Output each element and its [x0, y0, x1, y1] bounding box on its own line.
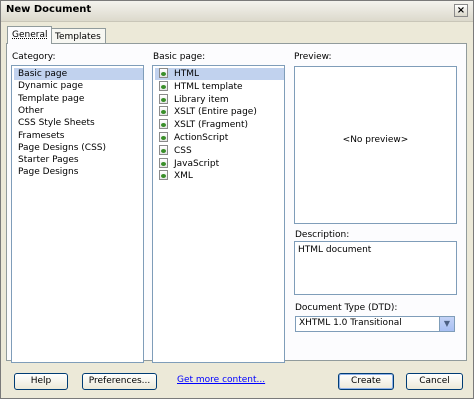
description-field: HTML document [294, 241, 457, 295]
page-type-label: Library item [174, 94, 229, 105]
document-icon [159, 80, 168, 91]
page-type-item[interactable]: XSLT (Fragment) [155, 119, 284, 131]
document-icon [159, 157, 168, 168]
page-type-item[interactable]: HTML template [155, 80, 284, 93]
tab-general[interactable]: General [7, 26, 53, 44]
description-label: Description: [295, 230, 350, 240]
page-type-item[interactable]: JavaScript [155, 157, 284, 170]
category-list[interactable]: Basic page Dynamic page Template page Other… [11, 65, 144, 363]
category-item[interactable]: Framesets [14, 130, 143, 142]
category-item[interactable]: Page Designs (CSS) [14, 142, 143, 154]
preview-area: <No preview> [294, 66, 457, 224]
page-type-label: XSLT (Entire page) [174, 107, 257, 118]
page-type-label: XML [174, 171, 193, 182]
page-type-label: CSS [174, 145, 192, 156]
doctype-label: Document Type (DTD): [295, 303, 398, 313]
page-type-item[interactable]: ActionScript [155, 132, 284, 144]
page-type-item[interactable]: CSS [155, 144, 284, 157]
category-item[interactable]: Starter Pages [14, 154, 143, 166]
basic-page-list[interactable]: HTML HTML template Library item XSLT (Entir… [152, 65, 285, 363]
get-more-content-link[interactable]: Get more content... [177, 375, 265, 385]
document-icon [159, 106, 168, 117]
category-item[interactable]: Dynamic page [14, 80, 143, 92]
page-type-label: JavaScript [174, 158, 220, 169]
no-preview-text: <No preview> [342, 135, 409, 145]
page-type-label: ActionScript [174, 133, 229, 143]
category-item[interactable]: Template page [14, 93, 143, 105]
category-item[interactable]: Basic page [14, 68, 143, 80]
doctype-value: XHTML 1.0 Transitional [299, 318, 402, 328]
new-document-dialog: New Document × General Templates Categor… [0, 0, 474, 399]
chevron-down-icon[interactable]: ▼ [439, 317, 454, 331]
document-icon [159, 119, 168, 130]
preferences-button[interactable]: Preferences... [82, 373, 157, 390]
help-button[interactable]: Help [14, 373, 68, 390]
document-icon [159, 93, 168, 104]
basic-page-label: Basic page: [153, 52, 206, 62]
document-icon [159, 132, 168, 142]
tab-templates-label: Templates [55, 32, 101, 42]
page-type-label: HTML template [174, 81, 243, 92]
page-type-item[interactable]: XSLT (Entire page) [155, 106, 284, 118]
page-type-item[interactable]: Library item [155, 93, 284, 106]
page-type-item[interactable]: XML [155, 170, 284, 182]
cancel-button[interactable]: Cancel [406, 373, 463, 390]
category-label: Category: [12, 52, 56, 62]
document-icon [159, 68, 168, 78]
close-button[interactable]: × [454, 4, 468, 17]
tab-templates[interactable]: Templates [50, 28, 106, 44]
document-icon [159, 170, 168, 181]
category-item[interactable]: Page Designs [14, 166, 143, 178]
page-type-item[interactable]: HTML [155, 68, 284, 80]
dialog-title: New Document [6, 4, 92, 15]
preview-label: Preview: [294, 52, 332, 62]
create-button[interactable]: Create [338, 373, 394, 390]
category-item[interactable]: Other [14, 105, 143, 117]
page-type-label: HTML [174, 69, 200, 79]
title-bar[interactable]: New Document × [1, 1, 473, 22]
tab-general-label: General [12, 30, 48, 40]
doctype-select[interactable]: XHTML 1.0 Transitional ▼ [295, 316, 455, 332]
page-type-label: XSLT (Fragment) [174, 120, 249, 131]
category-item[interactable]: CSS Style Sheets [14, 117, 143, 129]
document-icon [159, 144, 168, 155]
close-icon: × [456, 5, 466, 16]
